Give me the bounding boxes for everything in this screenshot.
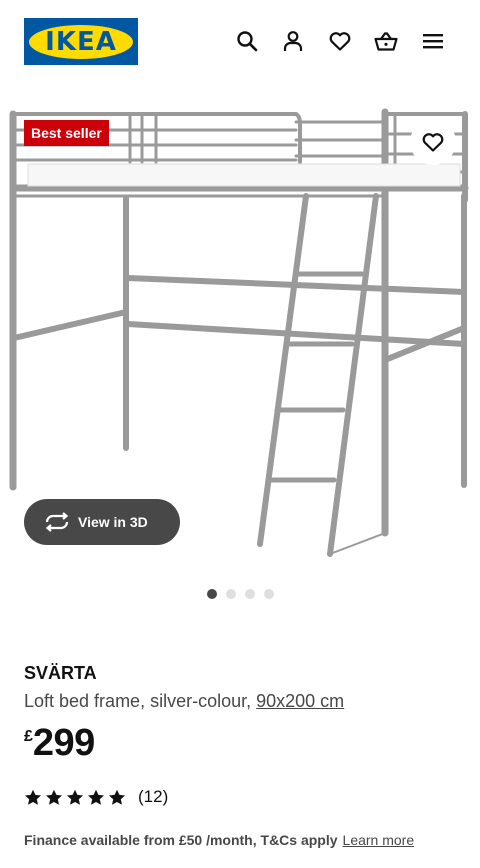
star-icon (88, 789, 104, 805)
price-currency: £ (24, 728, 33, 745)
best-seller-badge: Best seller (24, 120, 109, 146)
star-icon (109, 789, 125, 805)
star-icon (67, 789, 83, 805)
favourites-icon[interactable] (326, 27, 354, 55)
price-value: 299 (32, 722, 95, 764)
finance-info: Finance available from £50 /month, T&Cs … (24, 832, 414, 848)
product-description: Loft bed frame, silver-colour, 90x200 cm (24, 691, 344, 712)
product-rating[interactable]: (12) (24, 787, 168, 807)
heart-icon (422, 133, 444, 152)
star-icon (25, 789, 41, 805)
rating-stars (24, 789, 126, 806)
basket-icon[interactable] (372, 27, 400, 55)
pagination-dot[interactable] (264, 589, 274, 599)
search-icon[interactable] (233, 27, 261, 55)
rotate-3d-icon (44, 512, 70, 532)
gallery-pagination (207, 589, 274, 599)
header: IKEA (0, 0, 480, 86)
pagination-dot[interactable] (226, 589, 236, 599)
view-in-3d-label: View in 3D (78, 514, 148, 530)
ikea-logo[interactable]: IKEA (24, 18, 138, 65)
logo-text: IKEA (45, 26, 117, 57)
product-image[interactable] (0, 92, 480, 568)
add-to-favourites-button[interactable] (410, 119, 456, 165)
product-name: SVÄRTA (24, 663, 97, 683)
loft-bed-illustration (9, 108, 469, 557)
product-description-text: Loft bed frame, silver-colour, (24, 691, 252, 711)
review-count: (12) (138, 787, 169, 806)
product-size-link[interactable]: 90x200 cm (256, 691, 344, 711)
pagination-dot[interactable] (245, 589, 255, 599)
menu-icon[interactable] (419, 27, 447, 55)
view-in-3d-button[interactable]: View in 3D (24, 499, 180, 545)
account-icon[interactable] (279, 27, 307, 55)
logo-oval: IKEA (29, 24, 133, 59)
finance-text: Finance available from £50 /month, T&Cs … (24, 832, 338, 848)
product-price: £ 299 (24, 722, 95, 765)
finance-learn-more-link[interactable]: Learn more (343, 832, 415, 848)
star-icon (46, 789, 62, 805)
pagination-dot[interactable] (207, 589, 217, 599)
